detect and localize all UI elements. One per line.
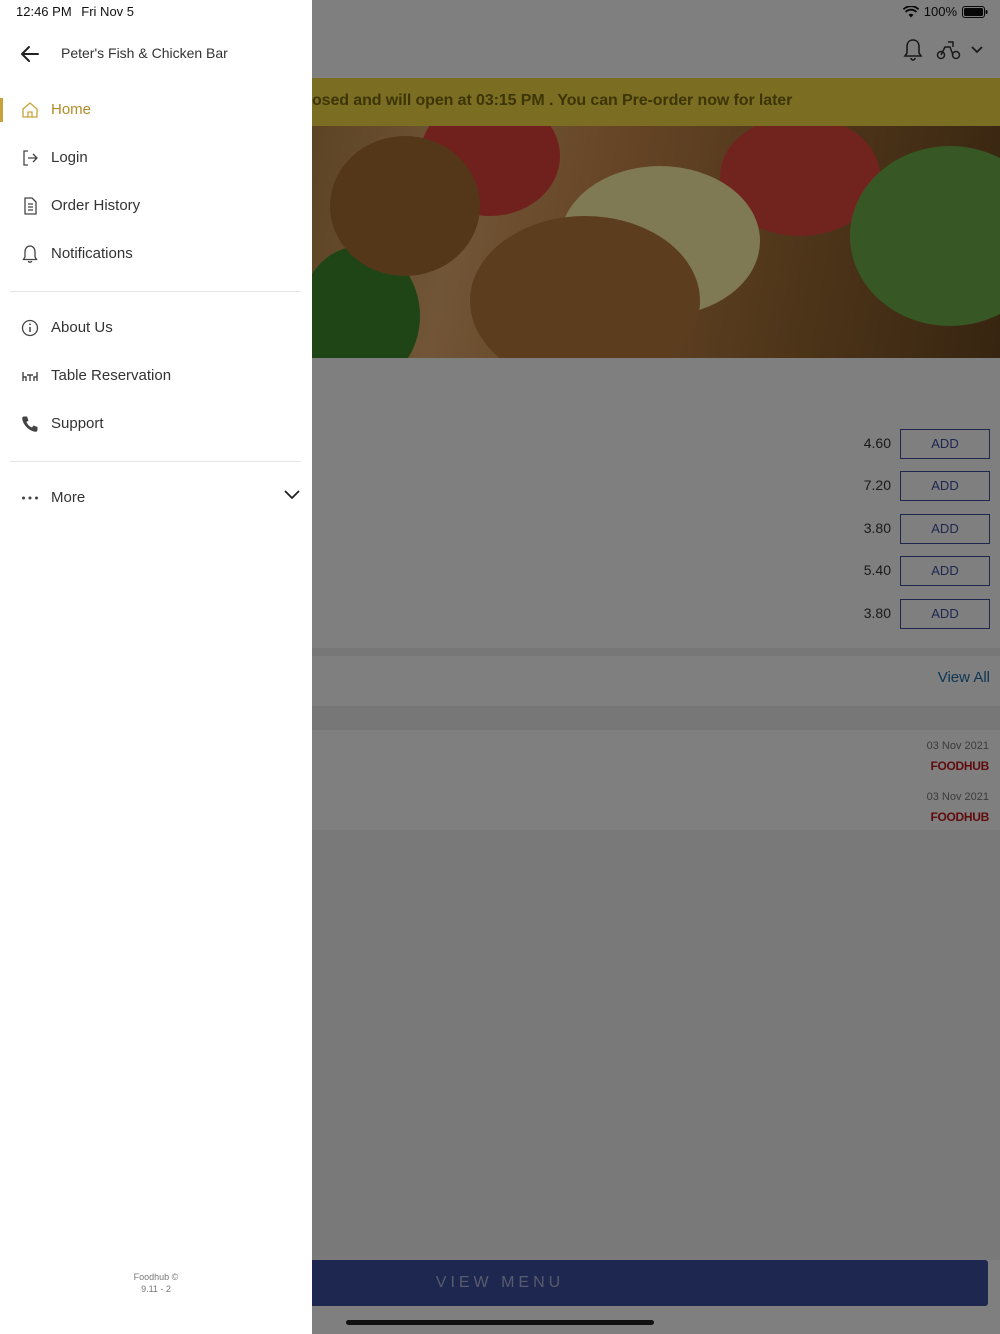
back-arrow-icon[interactable] xyxy=(20,44,40,64)
drawer-item-login[interactable]: Login xyxy=(0,134,312,182)
navigation-drawer: 12:46 PM Fri Nov 5 Peter's Fish & Chicke… xyxy=(0,0,312,1334)
drawer-item-home[interactable]: Home xyxy=(0,86,312,134)
status-time: 12:46 PM xyxy=(16,4,72,19)
drawer-item-notifications[interactable]: Notifications xyxy=(0,230,312,278)
drawer-divider xyxy=(10,461,301,462)
drawer-item-label: More xyxy=(51,489,86,506)
drawer-item-about-us[interactable]: About Us xyxy=(0,304,312,352)
chevron-down-icon[interactable] xyxy=(284,490,300,500)
footer-version: 9.11 - 2 xyxy=(141,1284,171,1294)
drawer-item-more[interactable]: More xyxy=(0,474,312,522)
drawer-item-label: Login xyxy=(51,149,88,166)
drawer-header: Peter's Fish & Chicken Bar xyxy=(0,30,312,78)
drawer-item-label: Home xyxy=(51,101,92,118)
table-icon xyxy=(22,372,38,381)
drawer-item-label: Notifications xyxy=(51,245,133,262)
drawer-divider xyxy=(10,291,301,292)
active-indicator xyxy=(0,98,3,122)
more-dots-icon xyxy=(22,496,38,500)
info-icon xyxy=(21,319,39,337)
document-icon xyxy=(24,197,37,215)
footer-copyright: Foodhub © xyxy=(133,1272,179,1282)
status-bar-left: 12:46 PM Fri Nov 5 xyxy=(16,4,140,19)
restaurant-name: Peter's Fish & Chicken Bar xyxy=(61,45,228,61)
status-date: Fri Nov 5 xyxy=(81,4,135,19)
drawer-item-order-history[interactable]: Order History xyxy=(0,182,312,230)
drawer-item-label: Order History xyxy=(51,197,141,214)
drawer-item-label: Table Reservation xyxy=(51,367,172,384)
home-indicator xyxy=(346,1320,654,1325)
drawer-footer: Foodhub © 9.11 - 2 xyxy=(0,1271,312,1295)
drawer-item-support[interactable]: Support xyxy=(0,400,312,448)
phone-icon xyxy=(22,416,38,432)
drawer-item-label: About Us xyxy=(51,319,113,336)
bell-icon xyxy=(22,245,38,263)
drawer-item-table-reservation[interactable]: Table Reservation xyxy=(0,352,312,400)
drawer-item-label: Support xyxy=(51,415,104,432)
home-icon xyxy=(22,102,38,118)
login-icon xyxy=(23,150,38,166)
